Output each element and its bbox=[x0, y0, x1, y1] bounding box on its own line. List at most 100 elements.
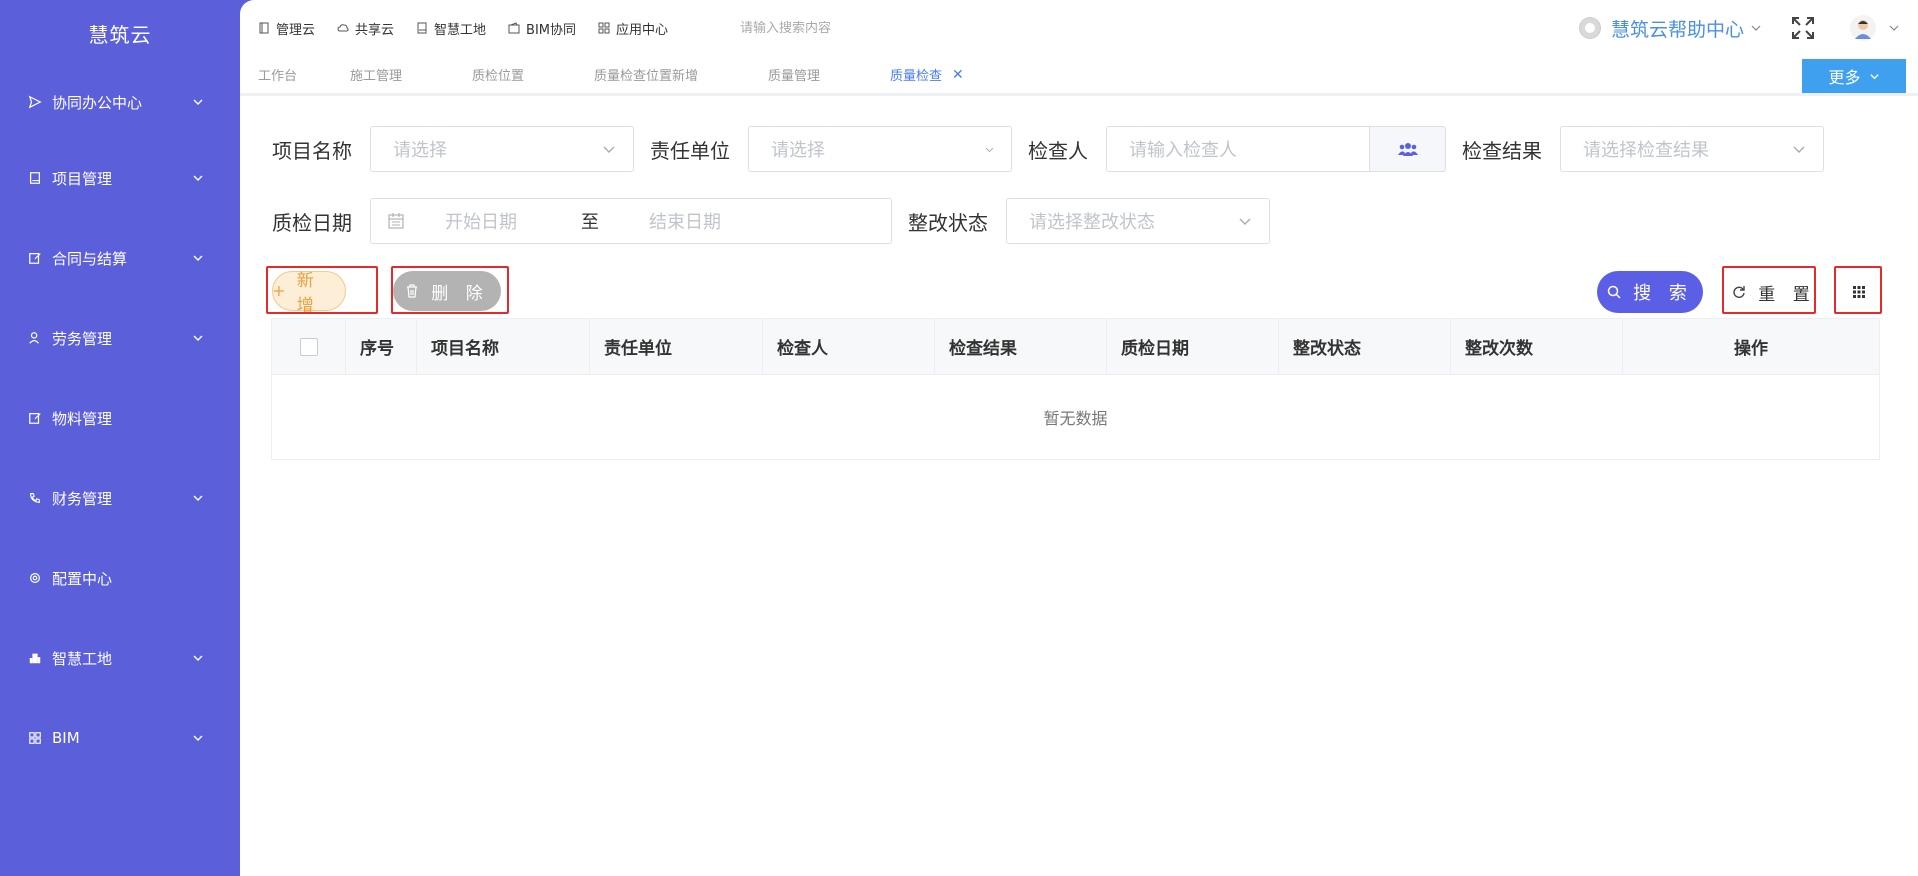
sidebar-item-project-mgmt[interactable]: 项目管理 bbox=[0, 138, 240, 218]
app-logo: 慧筑云 bbox=[88, 22, 152, 47]
sidebar-item-label: 物料管理 bbox=[52, 409, 113, 428]
building-icon bbox=[28, 651, 42, 665]
rectify-status-placeholder: 请选择整改状态 bbox=[1029, 212, 1155, 233]
user-icon bbox=[28, 331, 42, 345]
chevron-down-icon bbox=[1869, 73, 1879, 79]
tab-label: 工作台 bbox=[258, 69, 298, 84]
tab-inspection-location[interactable]: 质检位置 bbox=[472, 65, 594, 84]
gear-icon bbox=[28, 571, 42, 585]
sidebar-item-label: BIM bbox=[52, 729, 80, 747]
more-tabs-label: 更多 bbox=[1828, 68, 1861, 87]
sidebar-item-label: 合同与结算 bbox=[52, 249, 128, 268]
topnav-item-bim-collab[interactable]: BIM协同 bbox=[508, 19, 576, 38]
tab-bar: 工作台 施工管理 质检位置 质量检查位置新增 质量管理 质量检查 ✕ 更多 bbox=[240, 56, 1918, 96]
global-search-input[interactable] bbox=[740, 20, 941, 36]
table-header: 序号 项目名称 责任单位 检查人 检查结果 质检日期 整改状态 整改次数 操作 bbox=[272, 319, 1879, 375]
topnav-item-label: 共享云 bbox=[355, 22, 395, 38]
close-icon[interactable]: ✕ bbox=[952, 67, 964, 83]
delete-button[interactable]: 删 除 bbox=[393, 271, 501, 311]
column-header: 整改状态 bbox=[1279, 319, 1451, 374]
chevron-down-icon bbox=[1239, 218, 1251, 225]
sidebar-item-collab-office[interactable]: 协同办公中心 bbox=[0, 66, 240, 138]
tab-construction-mgmt[interactable]: 施工管理 bbox=[350, 65, 472, 84]
filter-form: 项目名称 请选择 责任单位 请选择 检查人 请输入检查人 检查结果 请选择检查结… bbox=[272, 126, 1824, 270]
top-nav: 管理云 共享云 智慧工地 BIM协同 应用中心 bbox=[258, 19, 690, 38]
tab-quality-mgmt[interactable]: 质量管理 bbox=[768, 65, 890, 84]
inspection-result-label: 检查结果 bbox=[1462, 138, 1542, 163]
chevron-down-icon bbox=[192, 96, 204, 108]
help-center-label: 慧筑云帮助中心 bbox=[1610, 18, 1744, 41]
tab-quality-inspection[interactable]: 质量检查 ✕ bbox=[890, 65, 964, 85]
inspector-placeholder: 请输入检查人 bbox=[1129, 140, 1237, 161]
select-all-cell bbox=[272, 319, 346, 374]
phone-icon bbox=[28, 491, 42, 505]
sidebar-item-smart-site[interactable]: 智慧工地 bbox=[0, 618, 240, 698]
column-header: 责任单位 bbox=[590, 319, 763, 374]
add-button-label: 新 增 bbox=[296, 271, 320, 316]
column-header: 质检日期 bbox=[1107, 319, 1279, 374]
more-tabs-button[interactable]: 更多 bbox=[1802, 59, 1906, 93]
user-avatar[interactable] bbox=[1850, 15, 1876, 41]
reset-button-label: 重 置 bbox=[1758, 284, 1816, 305]
chevron-down-icon bbox=[192, 492, 204, 504]
wallet-icon bbox=[508, 22, 520, 34]
inspection-date-range[interactable]: 开始日期 至 结束日期 bbox=[370, 198, 892, 244]
end-date-placeholder[interactable]: 结束日期 bbox=[649, 208, 721, 234]
inspection-date-label: 质检日期 bbox=[272, 210, 352, 235]
sidebar-item-label: 协同办公中心 bbox=[52, 93, 143, 112]
topnav-item-shared-cloud[interactable]: 共享云 bbox=[337, 19, 394, 38]
project-name-select[interactable]: 请选择 bbox=[370, 126, 634, 172]
chevron-down-icon bbox=[1793, 146, 1805, 153]
sidebar-item-bim[interactable]: BIM bbox=[0, 698, 240, 778]
edit-icon bbox=[28, 251, 42, 265]
responsible-unit-select[interactable]: 请选择 bbox=[748, 126, 1012, 172]
sidebar-item-finance-mgmt[interactable]: 财务管理 bbox=[0, 458, 240, 538]
column-settings-button[interactable] bbox=[1838, 271, 1880, 313]
chevron-down-icon bbox=[1751, 25, 1761, 31]
topnav-item-smart-site[interactable]: 智慧工地 bbox=[416, 19, 486, 38]
book-icon bbox=[28, 171, 42, 185]
responsible-unit-placeholder: 请选择 bbox=[771, 140, 825, 161]
topnav-item-label: 管理云 bbox=[276, 22, 316, 38]
topnav-item-label: BIM协同 bbox=[526, 22, 577, 38]
search-button[interactable]: 搜 索 bbox=[1597, 271, 1703, 313]
sidebar-item-label: 项目管理 bbox=[52, 169, 113, 188]
sidebar-item-contract-settlement[interactable]: 合同与结算 bbox=[0, 218, 240, 298]
chevron-down-icon[interactable] bbox=[1888, 22, 1900, 34]
start-date-placeholder[interactable]: 开始日期 bbox=[445, 208, 517, 234]
inspection-table: 序号 项目名称 责任单位 检查人 检查结果 质检日期 整改状态 整改次数 操作 … bbox=[271, 318, 1880, 460]
sidebar-item-material-mgmt[interactable]: 物料管理 bbox=[0, 378, 240, 458]
grid-icon bbox=[1853, 286, 1865, 298]
column-header: 操作 bbox=[1734, 339, 1768, 359]
add-button[interactable]: 新 增 bbox=[272, 271, 346, 316]
topnav-item-label: 应用中心 bbox=[616, 22, 669, 38]
sidebar-item-label: 财务管理 bbox=[52, 489, 113, 508]
inspector-picker-button[interactable] bbox=[1370, 126, 1446, 172]
cloud-icon bbox=[337, 24, 349, 32]
sidebar-item-labor-mgmt[interactable]: 劳务管理 bbox=[0, 298, 240, 378]
reset-button[interactable]: 重 置 bbox=[1725, 271, 1823, 313]
edit-icon bbox=[28, 411, 42, 425]
project-name-label: 项目名称 bbox=[272, 138, 352, 163]
topnav-item-management-cloud[interactable]: 管理云 bbox=[258, 19, 315, 38]
send-icon bbox=[28, 95, 42, 109]
fullscreen-icon[interactable] bbox=[1790, 15, 1816, 41]
apps-icon bbox=[598, 22, 610, 34]
inspector-label: 检查人 bbox=[1028, 138, 1088, 163]
project-name-placeholder: 请选择 bbox=[393, 140, 447, 161]
tab-inspection-location-add[interactable]: 质量检查位置新增 bbox=[594, 65, 768, 84]
doc-icon bbox=[259, 22, 269, 34]
help-center-dropdown[interactable]: 慧筑云帮助中心 bbox=[1578, 15, 1762, 42]
tab-workbench[interactable]: 工作台 bbox=[258, 65, 350, 84]
topnav-item-app-center[interactable]: 应用中心 bbox=[598, 19, 668, 38]
search-button-label: 搜 索 bbox=[1633, 283, 1693, 304]
filter-row-1: 项目名称 请选择 责任单位 请选择 检查人 请输入检查人 检查结果 请选择检查结… bbox=[272, 126, 1824, 172]
chevron-down-icon bbox=[192, 332, 204, 344]
sidebar-item-config-center[interactable]: 配置中心 bbox=[0, 538, 240, 618]
inspector-input[interactable]: 请输入检查人 bbox=[1106, 126, 1370, 172]
select-all-checkbox[interactable] bbox=[299, 337, 318, 356]
trash-icon bbox=[407, 284, 418, 298]
rectify-status-select[interactable]: 请选择整改状态 bbox=[1006, 198, 1270, 244]
topnav-item-label: 智慧工地 bbox=[434, 22, 487, 38]
inspection-result-select[interactable]: 请选择检查结果 bbox=[1560, 126, 1824, 172]
